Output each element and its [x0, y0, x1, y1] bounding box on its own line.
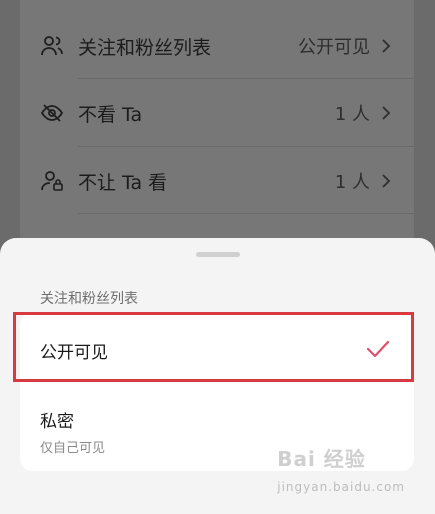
settings-row-value: 1 人 — [334, 172, 370, 193]
sheet-title: 关注和粉丝列表 — [40, 291, 138, 307]
settings-row-block-view[interactable]: 不让 Ta 看 1 人 — [20, 148, 414, 214]
check-icon — [366, 340, 390, 358]
watermark-subtext: jingyan.baidu.com — [277, 480, 405, 494]
settings-row-value: 公开可见 — [298, 37, 370, 58]
chevron-right-icon — [382, 106, 391, 120]
people-icon — [41, 36, 63, 56]
sheet-drag-handle[interactable] — [196, 252, 240, 257]
divider — [78, 146, 415, 147]
chevron-right-icon — [382, 174, 391, 188]
divider — [78, 213, 415, 214]
person-lock-icon — [41, 171, 63, 191]
option-description: 仅自己可见 — [40, 441, 106, 456]
settings-row-label: 不让 Ta 看 — [78, 171, 168, 194]
divider — [78, 78, 415, 79]
settings-row-label: 不看 Ta — [78, 103, 143, 126]
bottom-sheet: 关注和粉丝列表 公开可见 私密 仅自己可见 Bai 经验 jingyan.bai… — [0, 238, 435, 514]
settings-row-follow-list[interactable]: 关注和粉丝列表 公开可见 — [20, 13, 414, 79]
chevron-right-icon — [382, 39, 391, 53]
settings-row-value: 1 人 — [334, 104, 370, 125]
eye-off-icon — [40, 104, 64, 122]
option-public[interactable]: 公开可见 — [20, 313, 414, 385]
option-label: 私密 — [40, 412, 74, 432]
watermark-text: Bai 经验 — [277, 447, 366, 471]
watermark-logo: Bai 经验 jingyan.baidu.com — [277, 443, 405, 496]
option-label: 公开可见 — [40, 343, 108, 363]
settings-row-hide-from[interactable]: 不看 Ta 1 人 — [20, 80, 414, 146]
settings-row-label: 关注和粉丝列表 — [78, 36, 212, 59]
